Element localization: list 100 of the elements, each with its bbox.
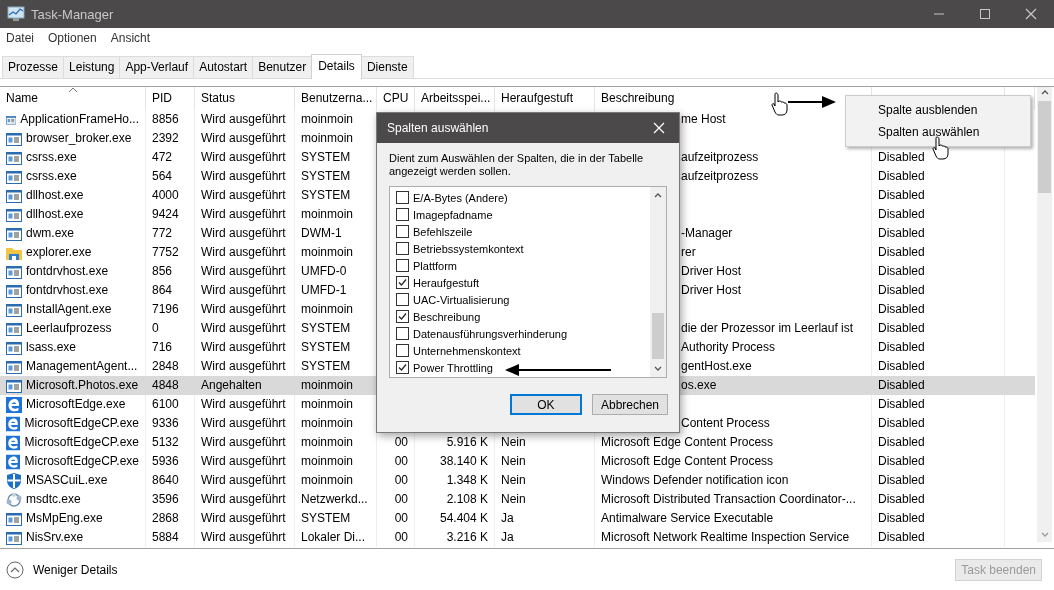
- column-header[interactable]: Status: [195, 87, 295, 110]
- menu-item[interactable]: Optionen: [48, 31, 105, 45]
- table-cell: Wird ausgeführt: [195, 300, 295, 319]
- option-label[interactable]: Plattform: [413, 259, 457, 272]
- edge-icon: [6, 434, 21, 451]
- scrollbar[interactable]: [1037, 87, 1052, 542]
- table-cell: Wird ausgeführt: [195, 319, 295, 338]
- maximize-icon[interactable]: [979, 8, 991, 20]
- scroll-thumb[interactable]: [652, 313, 664, 359]
- checkbox[interactable]: [396, 225, 409, 238]
- table-cell: Disabled: [872, 471, 1005, 490]
- hand-cursor-icon: [771, 92, 790, 116]
- table-cell: 856: [146, 262, 195, 281]
- table-cell: Wird ausgeführt: [195, 509, 295, 528]
- collapse-icon[interactable]: [6, 560, 24, 579]
- option-label[interactable]: Betriebssystemkontext: [413, 242, 524, 255]
- option-label[interactable]: Imagepfadname: [413, 208, 493, 221]
- tab[interactable]: Benutzer: [252, 56, 313, 78]
- option-label[interactable]: Power Throttling: [413, 361, 493, 374]
- process-name: dllhost.exe: [26, 206, 84, 223]
- option-label[interactable]: Beschreibung: [413, 310, 481, 323]
- column-header[interactable]: Arbeitsspei...: [415, 87, 495, 110]
- checkbox[interactable]: [396, 310, 409, 323]
- scroll-up-icon[interactable]: [653, 191, 663, 199]
- checkbox[interactable]: [396, 259, 409, 272]
- hand-cursor-icon: [932, 136, 951, 160]
- scroll-thumb[interactable]: [1038, 101, 1051, 193]
- table-cell: Disabled: [872, 186, 1005, 205]
- option-label[interactable]: E/A-Bytes (Andere): [413, 191, 508, 204]
- app-window-icon: [6, 321, 22, 336]
- table-cell: 864: [146, 281, 195, 300]
- table-cell: Disabled: [872, 490, 1005, 509]
- less-details-link[interactable]: Weniger Details: [33, 562, 118, 577]
- tab[interactable]: App-Verlauf: [119, 56, 195, 78]
- list-scrollbar[interactable]: [650, 187, 666, 377]
- checkbox[interactable]: [396, 242, 409, 255]
- table-cell: Lokaler Di...: [295, 528, 377, 547]
- table-cell: Wird ausgeführt: [195, 262, 295, 281]
- menu-item[interactable]: Ansicht: [110, 31, 159, 45]
- process-name: explorer.exe: [26, 244, 92, 261]
- tab[interactable]: Autostart: [193, 56, 254, 78]
- checkbox[interactable]: [396, 276, 409, 289]
- tab[interactable]: Dienste: [360, 56, 414, 78]
- table-cell: 9424: [146, 205, 195, 224]
- app-window-icon: [6, 340, 22, 355]
- table-cell: Wird ausgeführt: [195, 338, 295, 357]
- table-cell: 00: [377, 471, 415, 490]
- column-header[interactable]: Heraufgestuft: [495, 87, 595, 110]
- process-name: MSASCuiL.exe: [26, 472, 108, 489]
- checkbox[interactable]: [396, 191, 409, 204]
- option-label[interactable]: Datenausführungsverhinderung: [413, 327, 568, 340]
- table-cell: Wird ausgeführt: [195, 110, 295, 129]
- scroll-down-icon[interactable]: [653, 365, 663, 373]
- close-icon[interactable]: [1025, 8, 1037, 20]
- arrow-drawing: [788, 96, 836, 108]
- checkbox[interactable]: [396, 361, 409, 374]
- column-header[interactable]: CPU: [377, 87, 415, 110]
- table-cell: Ja: [495, 509, 595, 528]
- checkbox[interactable]: [396, 293, 409, 306]
- tab[interactable]: Leistung: [63, 56, 121, 78]
- tab[interactable]: Prozesse: [2, 56, 65, 78]
- table-cell: 5884: [146, 528, 195, 547]
- table-cell: Disabled: [872, 243, 1005, 262]
- process-name: csrss.exe: [26, 168, 77, 185]
- table-cell: Wird ausgeführt: [195, 205, 295, 224]
- table-cell: 00: [377, 528, 415, 547]
- table-cell: 8640: [146, 471, 195, 490]
- window-title: Task-Manager: [31, 6, 114, 22]
- process-name: fontdrvhost.exe: [26, 263, 109, 280]
- cancel-button[interactable]: Abbrechen: [591, 394, 668, 415]
- column-header[interactable]: Benutzerna...: [295, 87, 377, 110]
- column-header[interactable]: PID: [146, 87, 195, 110]
- app-window-icon: [6, 359, 22, 374]
- checkbox[interactable]: [396, 327, 409, 340]
- table-cell: 00: [377, 452, 415, 471]
- process-name: Microsoft.Photos.exe: [26, 377, 139, 394]
- table-cell: Wird ausgeführt: [195, 452, 295, 471]
- table-cell: Disabled: [872, 281, 1005, 300]
- tab[interactable]: Details: [311, 54, 362, 79]
- table-cell: Wird ausgeführt: [195, 186, 295, 205]
- process-name: dllhost.exe: [26, 187, 84, 204]
- table-cell: 716: [146, 338, 195, 357]
- edge-icon: [6, 453, 21, 470]
- table-cell: 00: [377, 509, 415, 528]
- table-cell: Disabled: [872, 433, 1005, 452]
- checkbox[interactable]: [396, 344, 409, 357]
- column-header[interactable]: Name: [0, 87, 146, 110]
- menu-item[interactable]: Datei: [6, 31, 42, 45]
- checkbox[interactable]: [396, 208, 409, 221]
- process-name: csrss.exe: [26, 149, 77, 166]
- app-window-icon: [6, 150, 22, 165]
- option-label[interactable]: Unternehmenskontext: [413, 344, 521, 357]
- option-label[interactable]: Heraufgestuft: [413, 276, 480, 289]
- process-name: ManagementAgent...: [26, 358, 138, 375]
- table-cell: Microsoft Network Realtime Inspection Service: [595, 528, 872, 547]
- table-cell: Disabled: [872, 376, 1005, 395]
- option-label[interactable]: UAC-Virtualisierung: [413, 293, 510, 306]
- ok-button[interactable]: OK: [509, 394, 582, 415]
- table-cell: Disabled: [872, 395, 1005, 414]
- option-label[interactable]: Befehlszeile: [413, 225, 473, 238]
